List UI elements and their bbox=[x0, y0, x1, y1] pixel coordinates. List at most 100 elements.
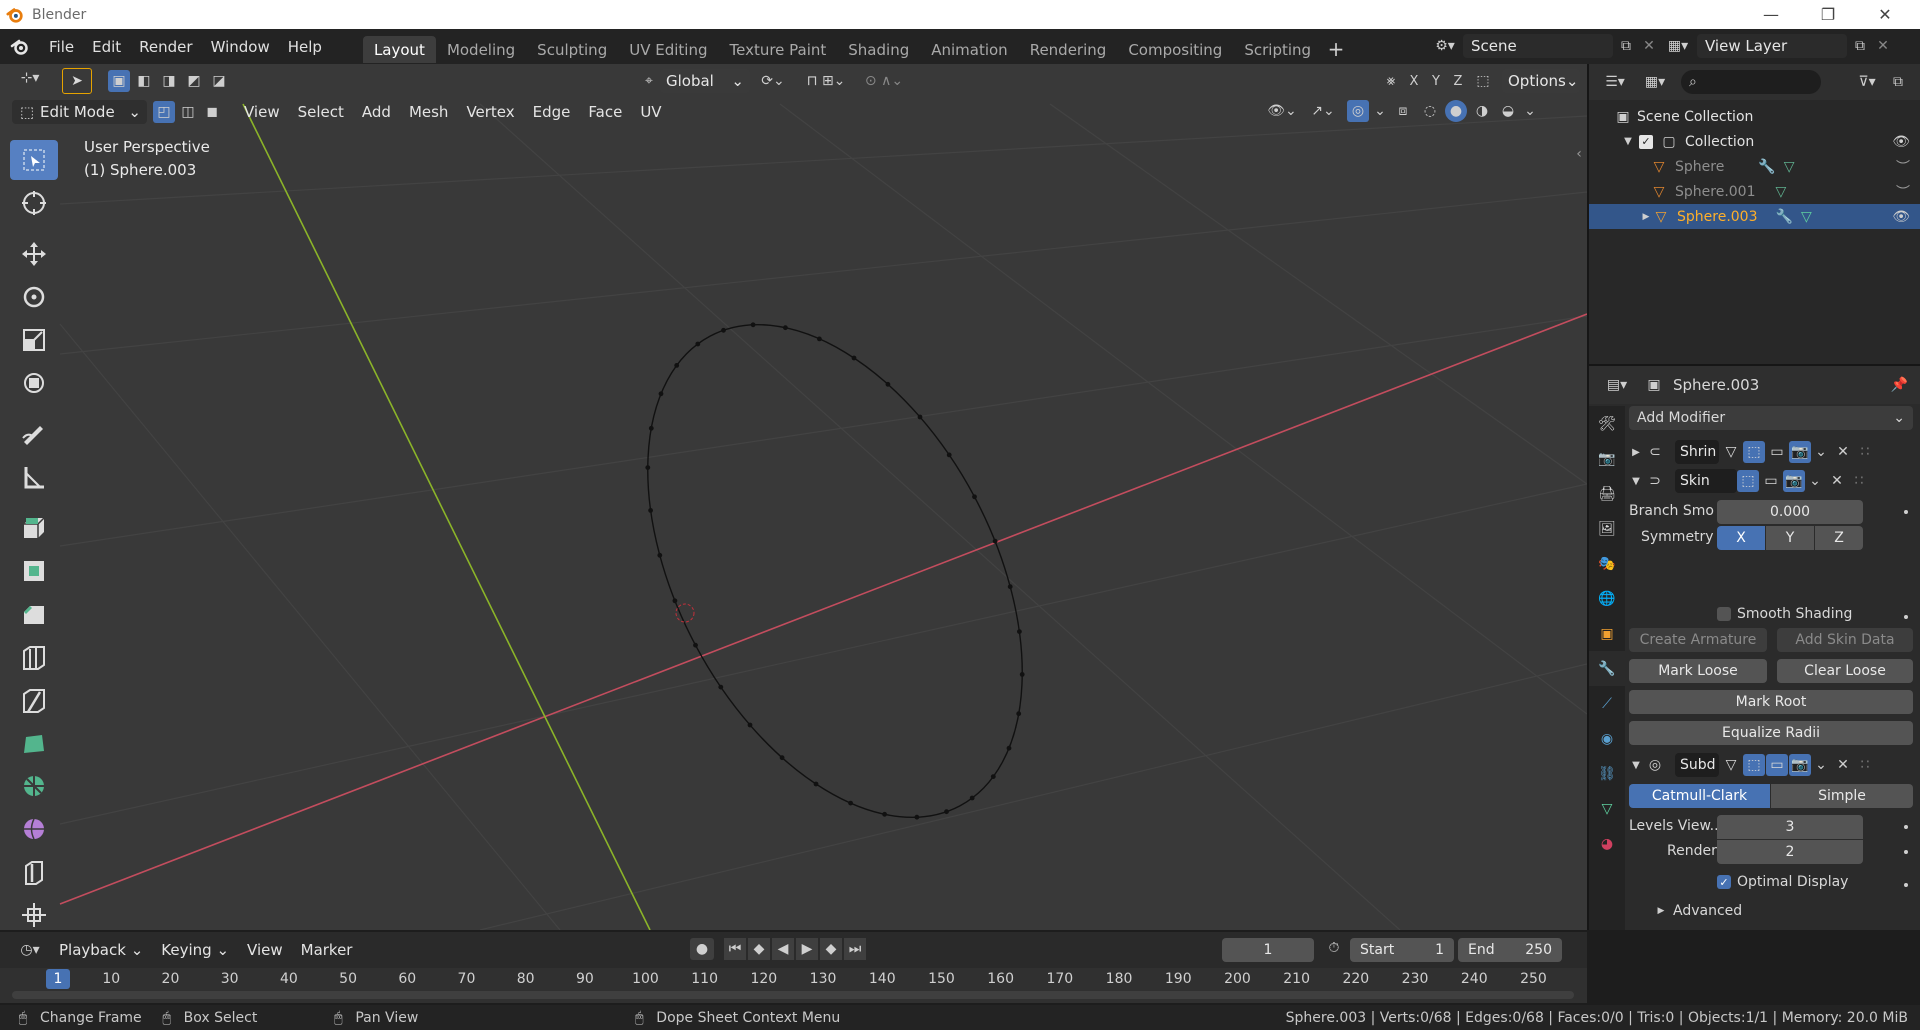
mesh-vertex[interactable] bbox=[946, 452, 952, 458]
new-scene-icon[interactable]: ⧉ bbox=[1613, 38, 1639, 54]
modifier-menu-icon[interactable]: ⌄ bbox=[1805, 473, 1825, 489]
select-new-icon[interactable]: ▣ bbox=[108, 70, 130, 92]
mesh-vertex[interactable] bbox=[944, 809, 949, 815]
material-shading-icon[interactable]: ◑ bbox=[1471, 103, 1493, 119]
mesh-vertex[interactable] bbox=[750, 322, 756, 328]
drag-handle-icon[interactable]: ∷ bbox=[1855, 444, 1875, 460]
outliner-row-scene-collection[interactable]: ▣ Scene Collection bbox=[1589, 104, 1920, 129]
prev-keyframe-icon[interactable]: ◆ bbox=[748, 938, 770, 960]
vp-menu-select[interactable]: Select bbox=[289, 103, 353, 121]
gizmo-icon[interactable]: ↗⌄ bbox=[1303, 103, 1343, 119]
edge-select-icon[interactable]: ◫ bbox=[177, 104, 199, 120]
tab-layout[interactable]: Layout bbox=[362, 36, 436, 63]
vp-menu-mesh[interactable]: Mesh bbox=[400, 103, 458, 121]
select-subtract-icon[interactable]: ◨ bbox=[158, 73, 180, 89]
mesh-vertex[interactable] bbox=[885, 381, 891, 387]
timeline-menu-view[interactable]: View bbox=[238, 941, 292, 959]
select-extend-icon[interactable]: ◧ bbox=[133, 73, 155, 89]
sidebar-toggle-icon[interactable]: ‹ bbox=[1572, 146, 1586, 162]
vp-menu-view[interactable]: View bbox=[235, 103, 289, 121]
viewport-display-toggle[interactable]: ▭ bbox=[1766, 441, 1788, 463]
modifier-wrench-icon[interactable]: 🔧 bbox=[1776, 209, 1793, 225]
remove-view-layer-icon[interactable]: ✕ bbox=[1873, 38, 1893, 54]
tab-shading[interactable]: Shading bbox=[837, 36, 920, 63]
close-window-button[interactable]: ✕ bbox=[1857, 0, 1913, 29]
end-frame-field[interactable]: End 250 bbox=[1458, 938, 1562, 962]
mesh-vertex[interactable] bbox=[848, 800, 853, 806]
remove-modifier-icon[interactable]: ✕ bbox=[1825, 473, 1849, 489]
material-tab-icon[interactable]: ◕ bbox=[1589, 826, 1625, 861]
keyframe-dot[interactable] bbox=[1904, 615, 1908, 619]
object-tab-icon[interactable]: ▣ bbox=[1589, 616, 1625, 651]
select-invert-icon[interactable]: ◩ bbox=[183, 73, 205, 89]
expand-arrow-icon[interactable]: ▶ bbox=[1629, 447, 1643, 458]
vp-menu-add[interactable]: Add bbox=[353, 103, 400, 121]
mesh-vertex[interactable] bbox=[672, 598, 678, 604]
display-mode-icon[interactable]: ▦▾ bbox=[1635, 74, 1675, 90]
render-tab-icon[interactable]: 📷 bbox=[1589, 441, 1625, 476]
timeline-editor-type-icon[interactable]: ◷▾ bbox=[10, 942, 50, 958]
mesh-vertex[interactable] bbox=[648, 508, 653, 513]
mirror-z[interactable]: Z bbox=[1448, 74, 1468, 89]
tool-edge-slide-icon[interactable] bbox=[10, 852, 58, 892]
mesh-vertex[interactable] bbox=[972, 494, 977, 500]
keyframe-dot[interactable] bbox=[1904, 510, 1908, 514]
viewport-display-toggle[interactable]: ▭ bbox=[1760, 470, 1782, 492]
timeline-scrollbar[interactable] bbox=[12, 991, 1574, 999]
snap-icon[interactable]: ⊓ ⊞⌄ bbox=[796, 73, 856, 89]
tool-transform-icon[interactable] bbox=[10, 363, 58, 403]
tool-measure-icon[interactable] bbox=[10, 457, 58, 497]
mirror-icon[interactable]: ⨳ bbox=[1380, 73, 1402, 89]
mesh-vertex[interactable] bbox=[992, 538, 998, 544]
overlay-dropdown-icon[interactable]: ⌄ bbox=[1373, 103, 1387, 119]
menu-file[interactable]: File bbox=[40, 29, 83, 64]
record-icon[interactable]: ● bbox=[690, 938, 714, 960]
play-reverse-icon[interactable]: ◀ bbox=[772, 938, 794, 960]
edit-cage-toggle[interactable]: ▽ bbox=[1720, 754, 1742, 776]
mesh-vertex[interactable] bbox=[1019, 672, 1025, 677]
minimize-button[interactable]: — bbox=[1743, 0, 1799, 29]
scene-browse-icon[interactable]: ⚙▾ bbox=[1427, 38, 1463, 54]
mesh-vertex[interactable] bbox=[1006, 745, 1012, 751]
mesh-vertex[interactable] bbox=[645, 465, 651, 470]
mesh-vertex[interactable] bbox=[917, 414, 923, 420]
face-select-icon[interactable]: ◼ bbox=[201, 104, 223, 120]
add-workspace-icon[interactable]: + bbox=[1322, 37, 1350, 61]
vp-menu-uv[interactable]: UV bbox=[631, 103, 670, 121]
outliner-row-sphere-001[interactable]: ▽ Sphere.001 ▽ ︶ bbox=[1589, 179, 1920, 204]
shading-dropdown-icon[interactable]: ⌄ bbox=[1523, 103, 1537, 119]
auto-merge-icon[interactable]: ⬚ bbox=[1470, 73, 1496, 89]
subdivision-name-field[interactable]: Subd bbox=[1675, 753, 1719, 777]
clear-loose-button[interactable]: Clear Loose bbox=[1777, 659, 1913, 683]
jump-end-icon[interactable]: ⏭ bbox=[844, 938, 866, 960]
mode-dropdown[interactable]: ⬚ Edit Mode ⌄ bbox=[12, 100, 147, 124]
modifier-tab-icon[interactable]: 🔧 bbox=[1589, 651, 1625, 686]
outliner-row-sphere[interactable]: ▽ Sphere 🔧 ▽ ︶ bbox=[1589, 154, 1920, 179]
timeline-menu-playback[interactable]: Playback ⌄ bbox=[50, 941, 152, 959]
mesh-vertex[interactable] bbox=[718, 684, 724, 690]
tool-annotate-icon[interactable] bbox=[10, 414, 58, 454]
viewport-canvas[interactable] bbox=[0, 64, 1587, 930]
preview-range-icon[interactable]: ⏱ bbox=[1322, 940, 1346, 956]
vp-menu-face[interactable]: Face bbox=[579, 103, 631, 121]
drag-handle-icon[interactable]: ∷ bbox=[1855, 757, 1875, 773]
tool-rotate-icon[interactable] bbox=[10, 277, 58, 317]
tab-modeling[interactable]: Modeling bbox=[436, 36, 526, 63]
maximize-button[interactable]: ❐ bbox=[1800, 0, 1856, 29]
properties-editor-type-icon[interactable]: ▤▾ bbox=[1597, 377, 1637, 393]
create-armature-button[interactable]: Create Armature bbox=[1629, 628, 1767, 652]
edit-mode-toggle[interactable]: ⬚ bbox=[1743, 441, 1765, 463]
mesh-vertex[interactable] bbox=[1017, 629, 1022, 634]
menu-render[interactable]: Render bbox=[130, 29, 201, 64]
edit-cage-toggle[interactable]: ▽ bbox=[1720, 441, 1742, 463]
tool-spin-icon[interactable] bbox=[10, 766, 58, 806]
view-layer-tab-icon[interactable]: 🖼 bbox=[1589, 511, 1625, 546]
mesh-data-icon[interactable]: ▽ bbox=[1801, 209, 1812, 225]
mesh-vertex[interactable] bbox=[813, 781, 819, 787]
remove-scene-icon[interactable]: ✕ bbox=[1639, 38, 1659, 54]
wireframe-shading-icon[interactable]: ◌ bbox=[1419, 103, 1441, 119]
symmetry-y-toggle[interactable]: Y bbox=[1766, 526, 1814, 550]
scene-field[interactable]: Scene bbox=[1463, 34, 1613, 58]
tab-rendering[interactable]: Rendering bbox=[1019, 36, 1118, 63]
mesh-vertex[interactable] bbox=[882, 811, 887, 817]
